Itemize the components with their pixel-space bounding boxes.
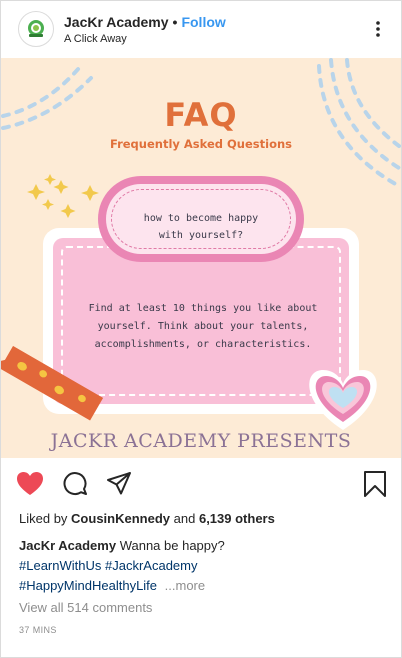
follow-button[interactable]: Follow bbox=[181, 14, 225, 30]
bookmark-icon[interactable] bbox=[362, 470, 388, 498]
caption-text: Wanna be happy? bbox=[119, 538, 225, 553]
heart-filled-icon[interactable] bbox=[16, 471, 44, 497]
post-image[interactable]: FAQ Frequently Asked Questions Find at l… bbox=[1, 58, 401, 458]
caption-line: #LearnWithUs #JackrAcademy bbox=[19, 556, 389, 576]
hashtag-link[interactable]: #JackrAcademy bbox=[105, 558, 197, 573]
likes-conjunction: and bbox=[173, 511, 196, 526]
likes-summary: Liked by CousinKennedy and 6,139 others bbox=[19, 511, 275, 526]
view-all-comments-link[interactable]: View all 514 comments bbox=[19, 600, 152, 615]
likes-others[interactable]: 6,139 others bbox=[199, 511, 275, 526]
avatar[interactable] bbox=[18, 11, 54, 47]
more-vertical-icon[interactable] bbox=[372, 20, 384, 38]
caption-line: #HappyMindHealthyLife ...more bbox=[19, 576, 389, 596]
presents-banner: JACKR ACADEMY PRESENTS bbox=[50, 430, 352, 452]
post-header: JacKr Academy • Follow A Click Away bbox=[0, 0, 400, 58]
post-caption: JacKr Academy Wanna be happy? #LearnWith… bbox=[19, 536, 389, 596]
caption-author[interactable]: JacKr Academy bbox=[19, 538, 116, 553]
separator-dot: • bbox=[172, 14, 178, 30]
post-author[interactable]: JacKr Academy bbox=[64, 14, 169, 30]
liked-by-user[interactable]: CousinKennedy bbox=[71, 511, 170, 526]
post-timestamp: 37 MINS bbox=[19, 625, 57, 635]
likes-prefix: Liked by bbox=[19, 511, 68, 526]
hashtag-link[interactable]: #LearnWithUs bbox=[19, 558, 101, 573]
caption-line: JacKr Academy Wanna be happy? bbox=[19, 536, 389, 556]
layered-hearts-decoration bbox=[309, 370, 377, 430]
paper-plane-icon[interactable] bbox=[106, 471, 132, 497]
post-location[interactable]: A Click Away bbox=[64, 33, 127, 45]
post-author-line: JacKr Academy • Follow bbox=[64, 14, 226, 30]
hashtag-link[interactable]: #HappyMindHealthyLife bbox=[19, 578, 157, 593]
more-link[interactable]: ...more bbox=[165, 578, 205, 593]
comment-icon[interactable] bbox=[62, 471, 88, 497]
academy-logo-icon bbox=[28, 20, 44, 37]
